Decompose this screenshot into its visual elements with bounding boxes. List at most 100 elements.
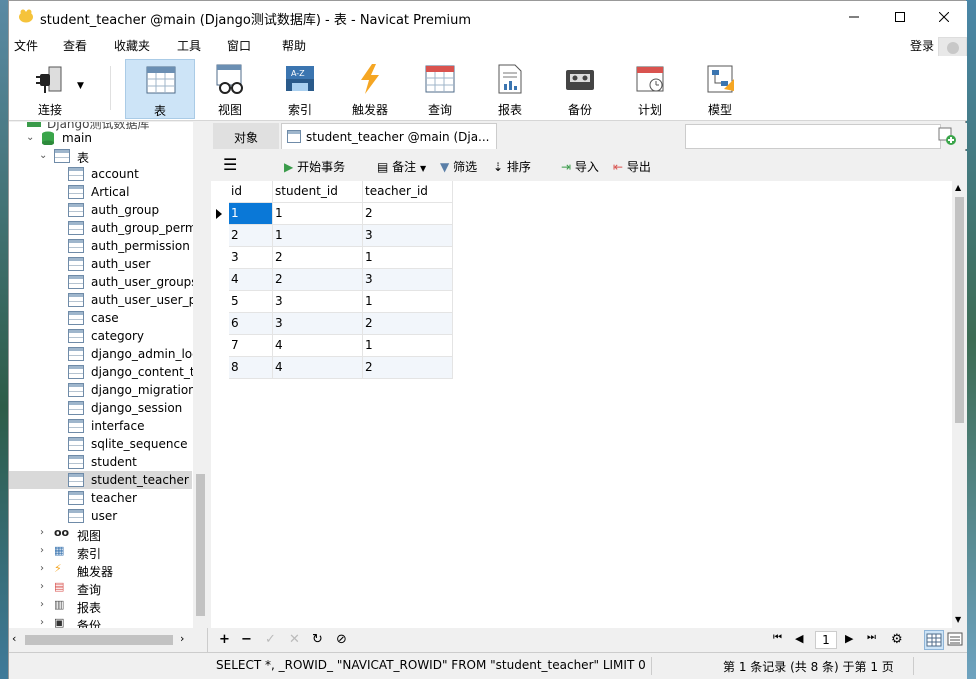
sidebar-group-trigger[interactable]: › ⚡ 触发器 xyxy=(9,561,192,579)
sidebar-table-django-admin-log[interactable]: django_admin_log xyxy=(9,345,200,363)
minimize-button[interactable] xyxy=(831,1,877,32)
sidebar-table-auth-user-groups[interactable]: auth_user_groups xyxy=(9,273,198,291)
close-button[interactable] xyxy=(921,1,967,32)
grid-cell-teacher-id[interactable]: 2 xyxy=(363,313,453,335)
grid-cell-student-id[interactable]: 1 xyxy=(273,225,363,247)
scroll-up-icon[interactable]: ▲ xyxy=(955,183,961,192)
tab-objects[interactable]: 对象 xyxy=(213,123,279,149)
first-page-icon[interactable]: ⏮ xyxy=(773,632,782,643)
scroll-down-icon[interactable]: ▼ xyxy=(955,615,961,624)
grid-cell-id[interactable]: 8 xyxy=(229,357,273,379)
grid-cell-teacher-id[interactable]: 3 xyxy=(363,269,453,291)
menu-file[interactable]: 文件 xyxy=(14,37,38,54)
grid-cell-teacher-id[interactable]: 1 xyxy=(363,247,453,269)
sort-button[interactable]: ⇣ 排序 xyxy=(493,158,531,175)
login-link[interactable]: 登录 xyxy=(910,37,934,54)
scrollbar-thumb[interactable] xyxy=(25,635,173,645)
settings-gear-icon[interactable]: ⚙ xyxy=(891,632,903,647)
grid-view-button[interactable] xyxy=(924,630,944,650)
sidebar-table-artical[interactable]: Artical xyxy=(9,183,192,201)
menu-favorites[interactable]: 收藏夹 xyxy=(114,37,150,54)
sidebar-group-query[interactable]: › ▤ 查询 xyxy=(9,579,192,597)
note-button[interactable]: ▤ 备注 ▼ xyxy=(377,158,426,175)
chevron-right-icon[interactable]: › xyxy=(40,545,44,556)
sidebar-table-auth-permission[interactable]: auth_permission xyxy=(9,237,192,255)
grid-cell-teacher-id[interactable]: 2 xyxy=(363,357,453,379)
toolbar-trigger-button[interactable]: 触发器 xyxy=(335,59,405,119)
scrollbar-thumb[interactable] xyxy=(196,474,205,616)
sidebar-table-student-teacher[interactable]: student_teacher xyxy=(9,471,192,489)
sidebar-table-user[interactable]: user xyxy=(9,507,192,525)
apply-changes-icon[interactable]: ✓ xyxy=(265,632,276,647)
toolbar-query-button[interactable]: 查询 xyxy=(405,59,475,119)
sidebar-table-category[interactable]: category xyxy=(9,327,192,345)
stop-icon[interactable]: ⊘ xyxy=(336,632,347,647)
toolbar-index-button[interactable]: A-Z 索引 xyxy=(265,59,335,119)
sidebar-group-index[interactable]: › ▦ 索引 xyxy=(9,543,192,561)
grid-vertical-scrollbar[interactable]: ▲ ▼ xyxy=(952,181,967,628)
sidebar-table-interface[interactable]: interface xyxy=(9,417,192,435)
grid-cell-student-id[interactable]: 2 xyxy=(273,269,363,291)
toolbar-model-button[interactable]: 模型 xyxy=(685,59,755,119)
column-header-student-id[interactable]: student_id xyxy=(273,181,363,203)
grid-cell-student-id[interactable]: 3 xyxy=(273,291,363,313)
chevron-right-icon[interactable]: › xyxy=(40,563,44,574)
chevron-right-icon[interactable]: › xyxy=(40,617,44,628)
grid-cell-student-id[interactable]: 3 xyxy=(273,313,363,335)
sidebar-table-auth-user[interactable]: auth_user xyxy=(9,255,192,273)
grid-cell-id[interactable]: 3 xyxy=(229,247,273,269)
chevron-right-icon[interactable]: › xyxy=(40,581,44,592)
tree-database-main[interactable]: ⌄ main xyxy=(9,129,192,147)
toolbar-view-button[interactable]: 视图 xyxy=(195,59,265,119)
scrollbar-thumb[interactable] xyxy=(955,197,964,423)
sidebar-table-case[interactable]: case xyxy=(9,309,192,327)
next-page-icon[interactable]: ▶ xyxy=(845,632,853,645)
add-record-icon[interactable]: + xyxy=(219,632,230,647)
grid-cell-id[interactable]: 7 xyxy=(229,335,273,357)
sidebar-vertical-scrollbar[interactable] xyxy=(193,122,208,628)
grid-cell-id[interactable]: 6 xyxy=(229,313,273,335)
grid-cell-id[interactable]: 4 xyxy=(229,269,273,291)
toolbar-schedule-button[interactable]: 计划 xyxy=(615,59,685,119)
sidebar-table-student[interactable]: student xyxy=(9,453,192,471)
delete-record-icon[interactable]: − xyxy=(241,632,252,647)
sidebar-horizontal-scrollbar[interactable]: ‹ › xyxy=(9,628,208,652)
refresh-icon[interactable]: ↻ xyxy=(312,632,323,647)
grid-cell-teacher-id[interactable]: 2 xyxy=(363,203,453,225)
grid-cell-student-id[interactable]: 4 xyxy=(273,335,363,357)
grid-cell-id[interactable]: 2 xyxy=(229,225,273,247)
form-view-button[interactable] xyxy=(946,630,966,650)
begin-transaction-button[interactable]: ▶ 开始事务 xyxy=(284,158,345,175)
sidebar-table-auth-group-perm[interactable]: auth_group_perm xyxy=(9,219,197,237)
hamburger-menu-icon[interactable]: ☰ xyxy=(223,155,237,174)
previous-page-icon[interactable]: ◀ xyxy=(795,632,803,645)
grid-cell-student-id[interactable]: 4 xyxy=(273,357,363,379)
sidebar-table-teacher[interactable]: teacher xyxy=(9,489,192,507)
sidebar-group-report[interactable]: › ▥ 报表 xyxy=(9,597,192,615)
discard-changes-icon[interactable]: ✕ xyxy=(289,632,300,647)
chevron-right-icon[interactable]: › xyxy=(40,599,44,610)
grid-cell-teacher-id[interactable]: 1 xyxy=(363,291,453,313)
toolbar-report-button[interactable]: 报表 xyxy=(475,59,545,119)
filter-button[interactable]: ▼ 筛选 xyxy=(440,158,477,175)
maximize-button[interactable] xyxy=(877,1,923,32)
grid-cell-id[interactable]: 1 xyxy=(229,203,273,225)
column-header-id[interactable]: id xyxy=(229,181,273,203)
menu-window[interactable]: 窗口 xyxy=(227,37,251,54)
menu-help[interactable]: 帮助 xyxy=(282,37,306,54)
menu-tools[interactable]: 工具 xyxy=(177,37,201,54)
connect-dropdown-icon[interactable]: ▼ xyxy=(77,81,84,91)
page-number-input[interactable]: 1 xyxy=(815,631,837,649)
sidebar-table-auth-user-user-pe[interactable]: auth_user_user_pe xyxy=(9,291,204,309)
chevron-down-icon[interactable]: ⌄ xyxy=(39,150,47,161)
tree-tables-group[interactable]: ⌄ 表 xyxy=(9,147,192,165)
scroll-left-icon[interactable]: ‹ xyxy=(12,632,16,645)
sidebar-table-auth-group[interactable]: auth_group xyxy=(9,201,192,219)
connect-button[interactable]: ▼ 连接 xyxy=(15,59,95,119)
sidebar-table-django-content-ty[interactable]: django_content_ty xyxy=(9,363,202,381)
grid-cell-id[interactable]: 5 xyxy=(229,291,273,313)
import-button[interactable]: ⇥ 导入 xyxy=(561,158,599,175)
last-page-icon[interactable]: ⏭ xyxy=(867,632,876,643)
grid-cell-teacher-id[interactable]: 1 xyxy=(363,335,453,357)
new-tab-icon[interactable] xyxy=(938,127,956,145)
